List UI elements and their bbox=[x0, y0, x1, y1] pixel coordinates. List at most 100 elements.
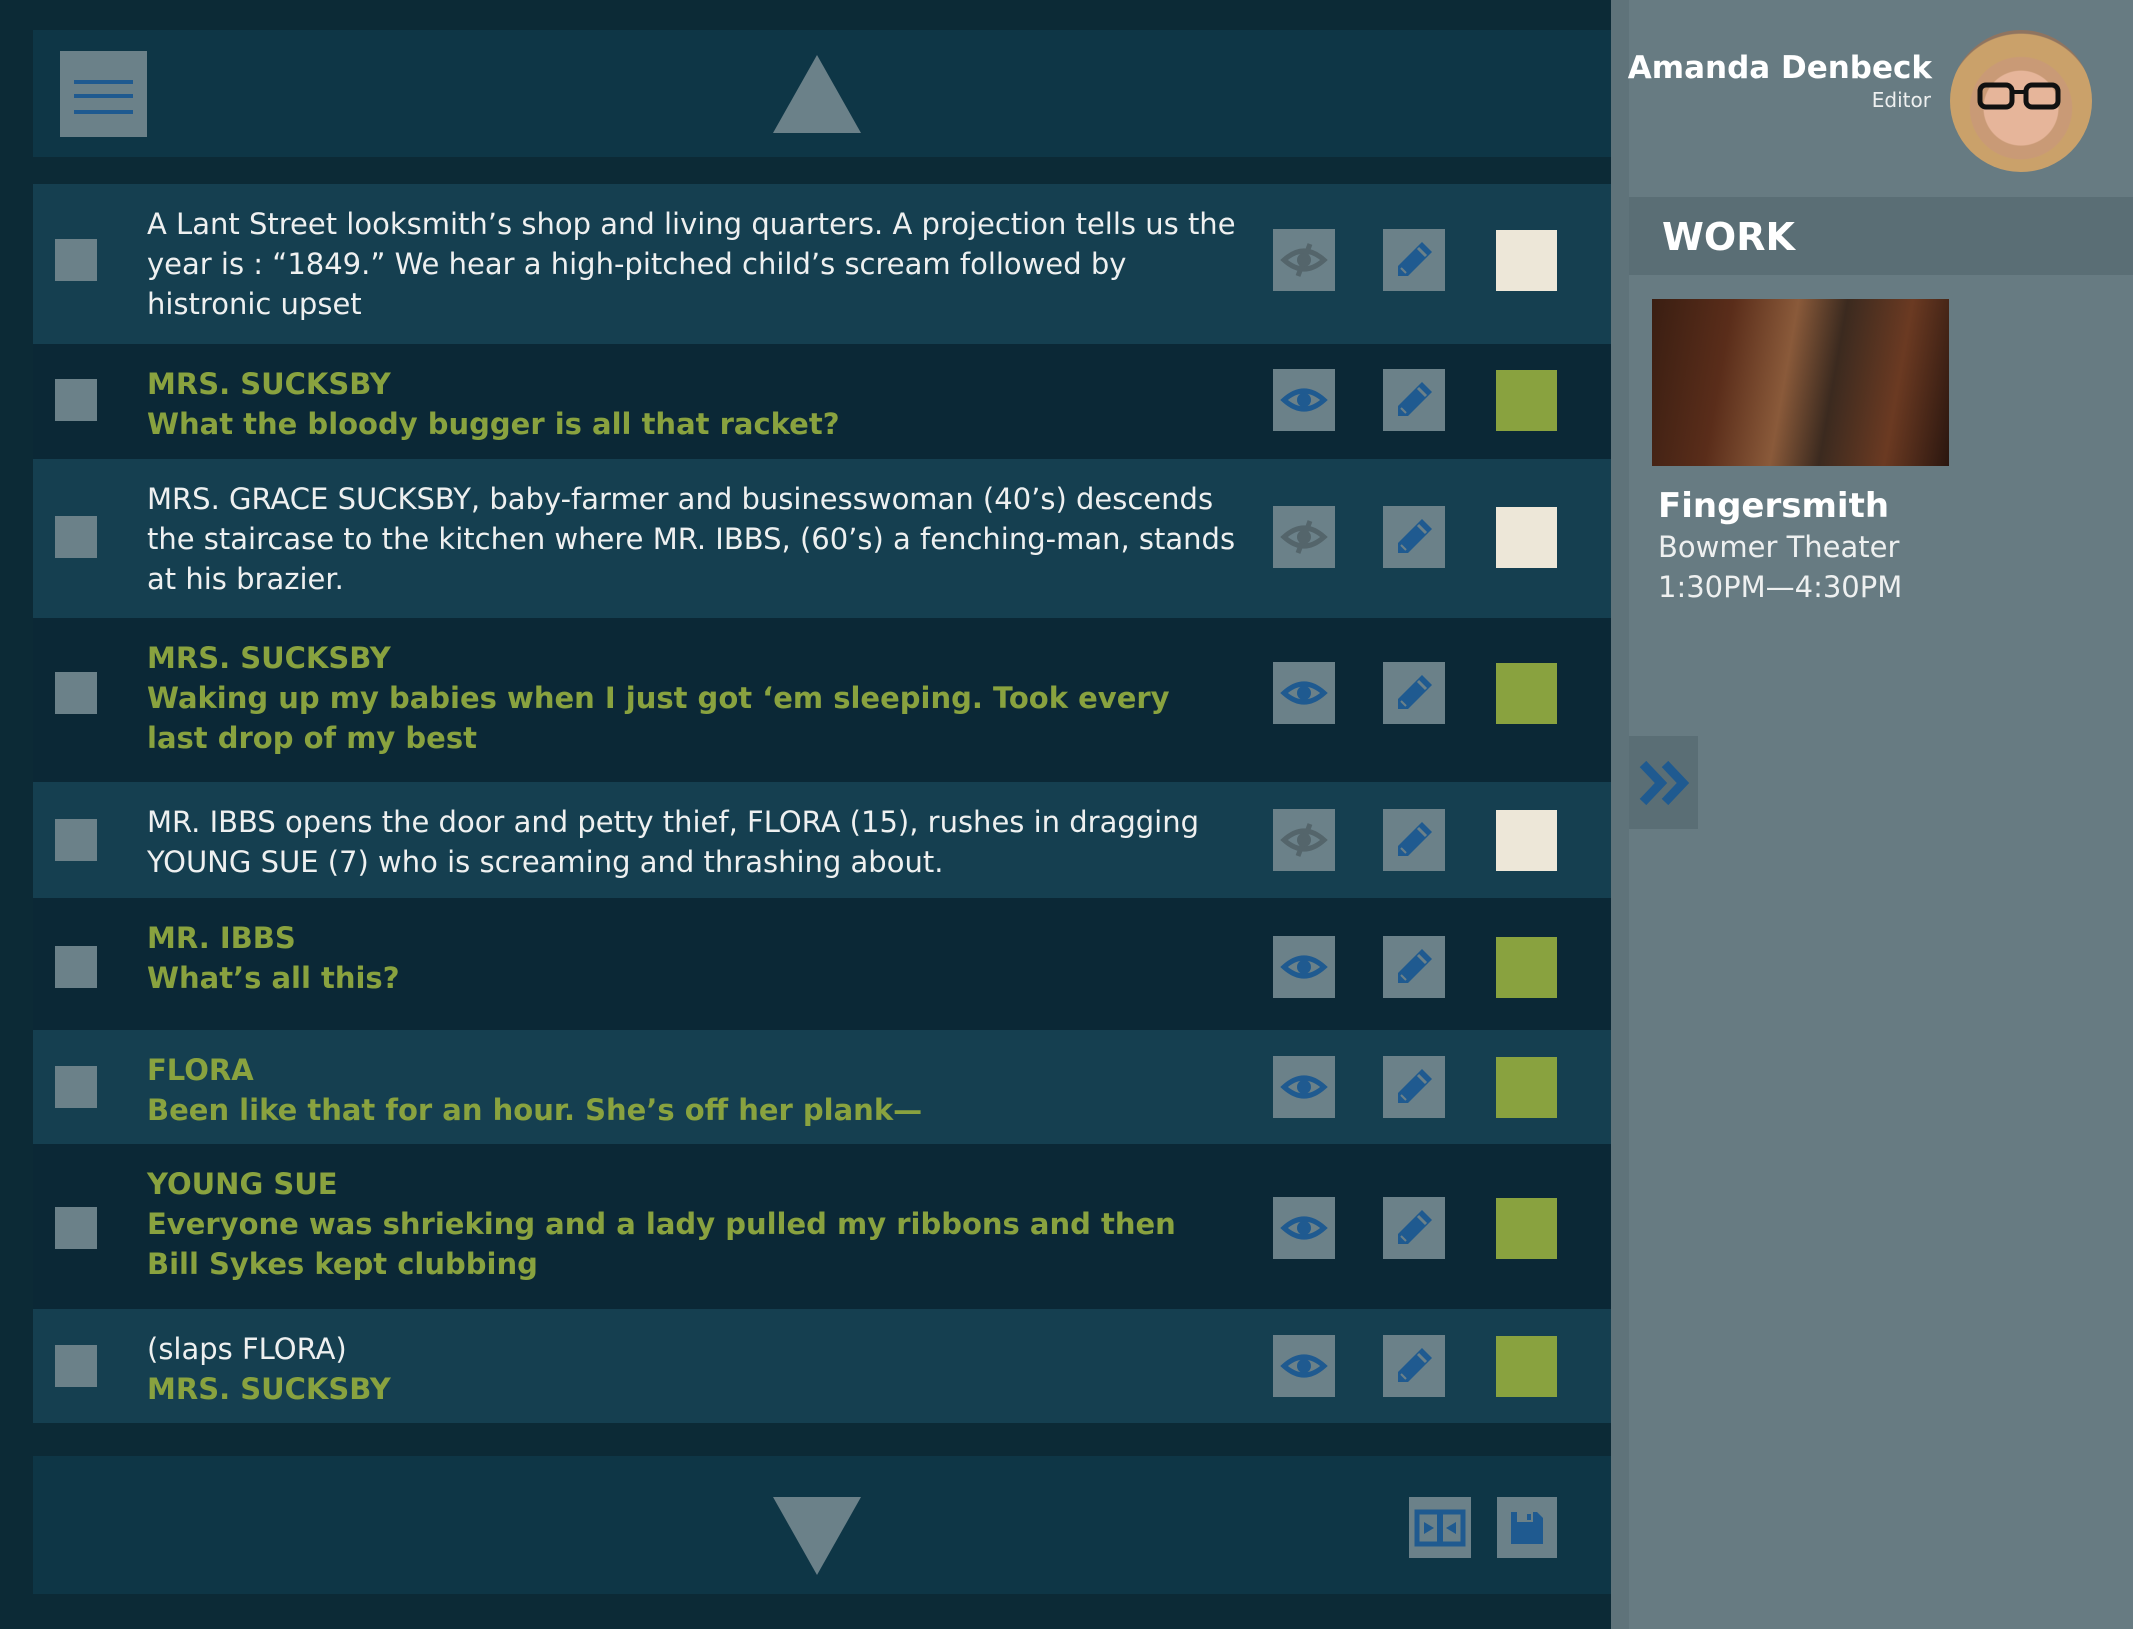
row-checkbox[interactable] bbox=[55, 239, 97, 281]
user-role: Editor bbox=[1871, 88, 1931, 112]
show-title: Fingersmith bbox=[1658, 486, 1890, 526]
status-swatch[interactable] bbox=[1496, 1336, 1557, 1397]
speaker-name: MR. IBBS bbox=[147, 921, 296, 955]
row-checkbox[interactable] bbox=[55, 1207, 97, 1249]
visibility-toggle[interactable] bbox=[1273, 229, 1335, 291]
row-text: FLORA Been like that for an hour. She’s o… bbox=[147, 1050, 1237, 1130]
pencil-icon bbox=[1398, 519, 1432, 553]
edit-button[interactable] bbox=[1383, 1197, 1445, 1259]
script-row[interactable]: MRS. SUCKSBY Waking up my babies when I j… bbox=[33, 618, 1611, 782]
edit-button[interactable] bbox=[1383, 369, 1445, 431]
status-swatch[interactable] bbox=[1496, 1198, 1557, 1259]
row-checkbox[interactable] bbox=[55, 672, 97, 714]
user-name: Amanda Denbeck bbox=[1627, 50, 1932, 86]
pencil-icon bbox=[1398, 949, 1432, 983]
script-row[interactable]: MRS. SUCKSBY What the bloody bugger is al… bbox=[33, 344, 1611, 459]
bottom-toolbar bbox=[33, 1456, 1611, 1594]
row-checkbox[interactable] bbox=[55, 1066, 97, 1108]
dialogue-line: Been like that for an hour. She’s off he… bbox=[147, 1093, 923, 1127]
scroll-up-icon[interactable] bbox=[773, 55, 861, 133]
script-row[interactable]: A Lant Street looksmith’s shop and livin… bbox=[33, 184, 1611, 344]
floppy-disk-icon bbox=[1511, 1511, 1543, 1544]
row-text: A Lant Street looksmith’s shop and livin… bbox=[147, 204, 1237, 324]
script-row[interactable]: MR. IBBS opens the door and petty thief,… bbox=[33, 782, 1611, 898]
double-chevron-right-icon bbox=[1639, 760, 1689, 805]
glasses-icon bbox=[1977, 82, 2061, 110]
edit-button[interactable] bbox=[1383, 506, 1445, 568]
status-swatch[interactable] bbox=[1496, 507, 1557, 568]
row-checkbox[interactable] bbox=[55, 516, 97, 558]
edit-button[interactable] bbox=[1383, 809, 1445, 871]
pencil-icon bbox=[1398, 675, 1432, 709]
speaker-name: MRS. SUCKSBY bbox=[147, 1372, 391, 1406]
work-heading: WORK bbox=[1662, 215, 1795, 259]
script-row[interactable]: FLORA Been like that for an hour. She’s o… bbox=[33, 1030, 1611, 1144]
row-text: (slaps FLORA) MRS. SUCKSBY bbox=[147, 1329, 1237, 1409]
expand-panel-button[interactable] bbox=[1629, 736, 1698, 829]
hamburger-menu-button[interactable] bbox=[60, 51, 147, 137]
eye-slash-icon bbox=[1280, 823, 1328, 857]
panel-divider bbox=[1611, 0, 1629, 1629]
status-swatch[interactable] bbox=[1496, 230, 1557, 291]
row-checkbox[interactable] bbox=[55, 1345, 97, 1387]
stage-direction: MRS. GRACE SUCKSBY, baby-farmer and busi… bbox=[147, 482, 1236, 596]
eye-slash-icon bbox=[1280, 243, 1328, 277]
visibility-toggle[interactable] bbox=[1273, 369, 1335, 431]
status-swatch[interactable] bbox=[1496, 1057, 1557, 1118]
status-swatch[interactable] bbox=[1496, 663, 1557, 724]
status-swatch[interactable] bbox=[1496, 937, 1557, 998]
visibility-toggle[interactable] bbox=[1273, 936, 1335, 998]
visibility-toggle[interactable] bbox=[1273, 662, 1335, 724]
visibility-toggle[interactable] bbox=[1273, 809, 1335, 871]
eye-icon bbox=[1280, 1216, 1328, 1240]
show-thumbnail[interactable] bbox=[1652, 299, 1949, 466]
visibility-toggle[interactable] bbox=[1273, 1335, 1335, 1397]
script-row[interactable]: YOUNG SUE Everyone was shrieking and a la… bbox=[33, 1144, 1611, 1309]
visibility-toggle[interactable] bbox=[1273, 1197, 1335, 1259]
split-view-button[interactable] bbox=[1409, 1497, 1471, 1558]
visibility-toggle[interactable] bbox=[1273, 506, 1335, 568]
dialogue-line: Everyone was shrieking and a lady pulled… bbox=[147, 1207, 1176, 1281]
dialogue-line: What the bloody bugger is all that racke… bbox=[147, 407, 840, 441]
row-text: MRS. GRACE SUCKSBY, baby-farmer and busi… bbox=[147, 479, 1237, 599]
edit-button[interactable] bbox=[1383, 936, 1445, 998]
eye-icon bbox=[1280, 681, 1328, 705]
scroll-down-icon[interactable] bbox=[773, 1497, 861, 1575]
row-checkbox[interactable] bbox=[55, 819, 97, 861]
avatar[interactable] bbox=[1950, 30, 2092, 172]
edit-button[interactable] bbox=[1383, 1335, 1445, 1397]
pencil-icon bbox=[1398, 1348, 1432, 1382]
stage-direction: A Lant Street looksmith’s shop and livin… bbox=[147, 207, 1236, 321]
show-venue: Bowmer Theater bbox=[1658, 530, 1900, 564]
pencil-icon bbox=[1398, 822, 1432, 856]
row-text: MRS. SUCKSBY What the bloody bugger is al… bbox=[147, 364, 1237, 444]
script-row[interactable]: MRS. GRACE SUCKSBY, baby-farmer and busi… bbox=[33, 459, 1611, 618]
speaker-name: MRS. SUCKSBY bbox=[147, 641, 391, 675]
eye-icon bbox=[1280, 1075, 1328, 1099]
top-toolbar bbox=[33, 30, 1611, 157]
row-text: MRS. SUCKSBY Waking up my babies when I j… bbox=[147, 638, 1237, 758]
row-text: MR. IBBS opens the door and petty thief,… bbox=[147, 802, 1237, 882]
dialogue-line: Waking up my babies when I just got ‘em … bbox=[147, 681, 1170, 755]
eye-slash-icon bbox=[1280, 520, 1328, 554]
split-view-icon bbox=[1414, 1509, 1466, 1546]
pencil-icon bbox=[1398, 242, 1432, 276]
work-section-header: WORK bbox=[1629, 197, 2133, 275]
script-row[interactable]: MR. IBBS What’s all this? bbox=[33, 898, 1611, 1030]
edit-button[interactable] bbox=[1383, 662, 1445, 724]
edit-button[interactable] bbox=[1383, 229, 1445, 291]
row-text: YOUNG SUE Everyone was shrieking and a la… bbox=[147, 1164, 1237, 1284]
eye-icon bbox=[1280, 955, 1328, 979]
save-button[interactable] bbox=[1497, 1497, 1557, 1558]
edit-button[interactable] bbox=[1383, 1056, 1445, 1118]
status-swatch[interactable] bbox=[1496, 810, 1557, 871]
row-checkbox[interactable] bbox=[55, 946, 97, 988]
show-time: 1:30PM—4:30PM bbox=[1658, 570, 1903, 604]
status-swatch[interactable] bbox=[1496, 370, 1557, 431]
row-checkbox[interactable] bbox=[55, 379, 97, 421]
speaker-name: MRS. SUCKSBY bbox=[147, 367, 391, 401]
script-row[interactable]: (slaps FLORA) MRS. SUCKSBY bbox=[33, 1309, 1611, 1423]
eye-icon bbox=[1280, 388, 1328, 412]
dialogue-line: What’s all this? bbox=[147, 961, 400, 995]
visibility-toggle[interactable] bbox=[1273, 1056, 1335, 1118]
